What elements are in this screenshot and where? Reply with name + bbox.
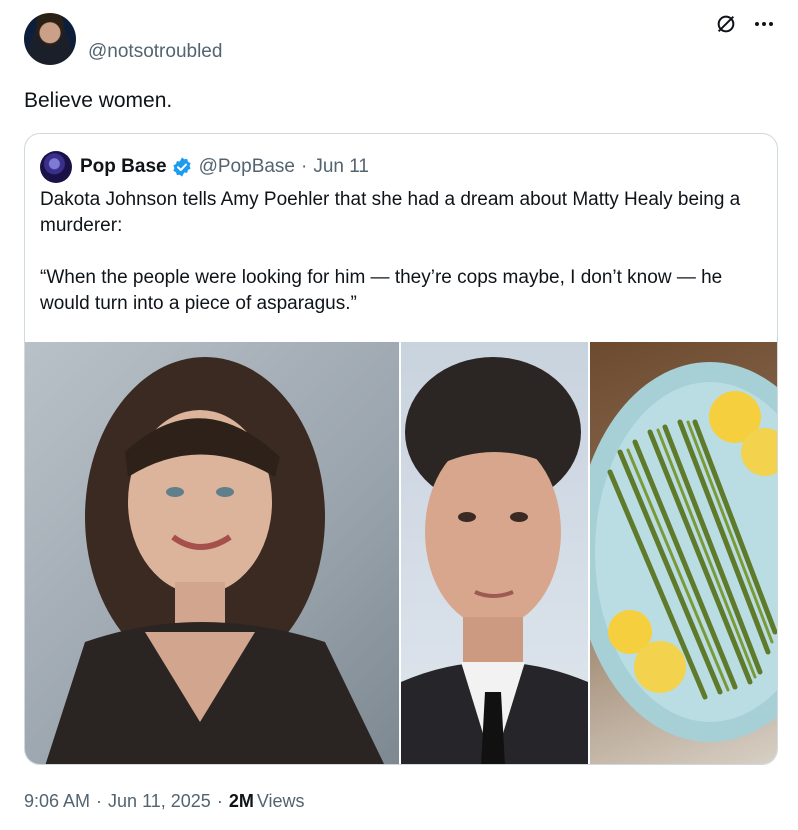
quoted-author-name[interactable]: Pop Base: [80, 156, 167, 178]
tweet-date[interactable]: Jun 11, 2025: [108, 791, 211, 812]
tweet-text: Believe women.: [24, 89, 173, 112]
quoted-tweet-card[interactable]: Pop Base @PopBase · Jun 11 Dakota Johnso…: [24, 133, 778, 765]
quoted-tweet-text: Dakota Johnson tells Amy Poehler that sh…: [40, 189, 741, 314]
quoted-tweet-header: Pop Base @PopBase · Jun 11: [40, 151, 369, 183]
meta-separator: ·: [96, 791, 103, 811]
views-label: Views: [256, 791, 305, 811]
quoted-media-grid: [25, 342, 777, 764]
tweet-time[interactable]: 9:06 AM: [24, 791, 90, 812]
quoted-header-separator: ·: [301, 156, 308, 177]
author-avatar[interactable]: [24, 13, 76, 65]
quoted-author-handle[interactable]: @PopBase: [199, 156, 295, 178]
photo-man-portrait[interactable]: [401, 342, 588, 764]
more-options-icon[interactable]: [752, 12, 776, 36]
tweet-actions-top: [714, 12, 776, 36]
photo-woman-portrait[interactable]: [25, 342, 399, 764]
quoted-tweet-date[interactable]: Jun 11: [313, 156, 369, 178]
grok-icon[interactable]: [714, 12, 738, 36]
author-handle[interactable]: @notsotroubled: [88, 41, 222, 63]
photo-asparagus-plate[interactable]: [590, 342, 777, 764]
tweet-meta: 9:06 AM · Jun 11, 2025 · 2M Views: [24, 791, 305, 812]
meta-separator: ·: [216, 791, 223, 811]
views-count: 2M: [228, 791, 254, 811]
quoted-author-avatar[interactable]: [40, 151, 72, 183]
verified-badge-icon: [171, 156, 193, 178]
